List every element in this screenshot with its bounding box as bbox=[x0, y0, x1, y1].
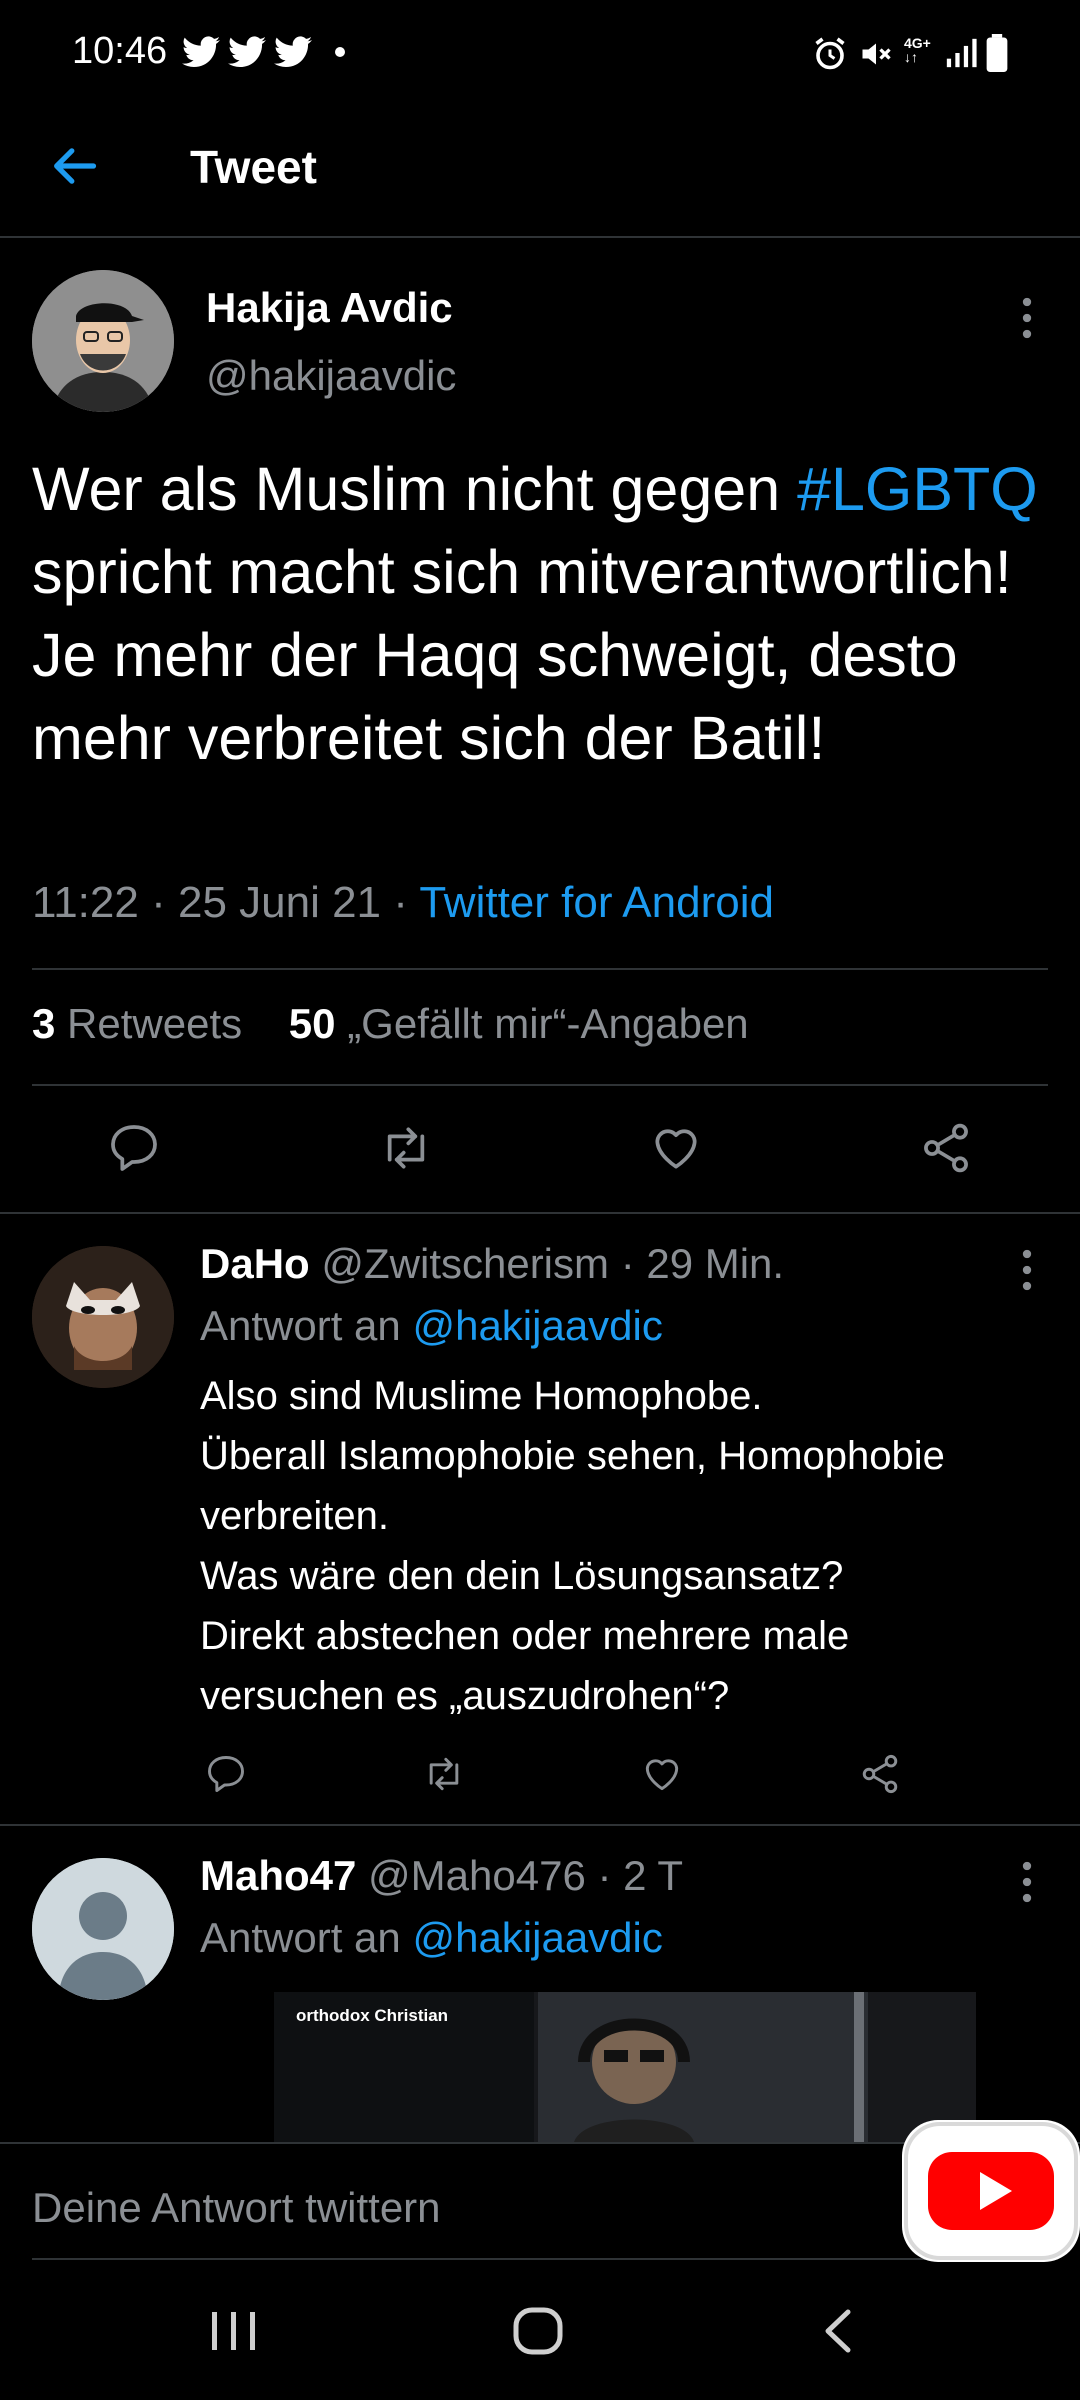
divider bbox=[32, 968, 1048, 970]
reply-time: · 2 T bbox=[597, 1852, 684, 1899]
author-handle[interactable]: @hakijaavdic bbox=[206, 352, 456, 400]
share-icon[interactable] bbox=[918, 1120, 974, 1176]
tweet-source-link[interactable]: Twitter for Android bbox=[419, 878, 774, 927]
status-time: 10:46 bbox=[72, 30, 168, 72]
reply-author-handle[interactable]: @Zwitscherism bbox=[321, 1240, 609, 1287]
dot-icon bbox=[335, 47, 345, 57]
reply-author-name[interactable]: DaHo bbox=[200, 1240, 310, 1287]
youtube-floating-button[interactable] bbox=[902, 2120, 1080, 2262]
divider bbox=[0, 1824, 1080, 1826]
twitter-bird-icon bbox=[228, 36, 266, 68]
reply-to-line: Antwort an @hakijaavdic bbox=[200, 1914, 663, 1961]
reply-to-handle-link[interactable]: @hakijaavdic bbox=[412, 1914, 662, 1961]
signal-icon bbox=[946, 38, 977, 68]
reply-text: Also sind Muslime Homophobe. Überall Isl… bbox=[200, 1374, 945, 1718]
youtube-icon bbox=[904, 2122, 1078, 2260]
status-bar: 10:46 4G+ ↓↑ bbox=[0, 0, 1080, 110]
home-icon[interactable] bbox=[510, 2306, 566, 2356]
retweet-icon[interactable] bbox=[422, 1752, 466, 1796]
reply-header: Maho47 @Maho476 · 2 T bbox=[200, 1852, 683, 1900]
like-icon[interactable] bbox=[640, 1752, 684, 1796]
reply-time: · 29 Min. bbox=[620, 1240, 785, 1287]
reply-icon[interactable] bbox=[204, 1752, 248, 1796]
twitter-bird-icon bbox=[274, 36, 312, 68]
recent-apps-icon[interactable] bbox=[206, 2306, 262, 2356]
reply-avatar-default[interactable] bbox=[32, 1858, 174, 2000]
twitter-bird-icon bbox=[182, 36, 220, 68]
reply-to-line: Antwort an @hakijaavdic bbox=[200, 1302, 663, 1349]
author-avatar[interactable] bbox=[32, 270, 174, 412]
divider bbox=[32, 2258, 1048, 2260]
tweet-stats: 3 Retweets 50 „Gefällt mir“-Angaben bbox=[32, 1000, 749, 1048]
battery-icon bbox=[986, 34, 1008, 72]
reply-to-handle-link[interactable]: @hakijaavdic bbox=[412, 1302, 662, 1349]
tweet-text: Wer als Muslim nicht gegen #LGBTQ sprich… bbox=[32, 455, 1038, 772]
reply-author-handle[interactable]: @Maho476 bbox=[368, 1852, 586, 1899]
reply-compose-input[interactable]: Deine Antwort twittern bbox=[32, 2184, 441, 2232]
retweets-stat[interactable]: 3 Retweets bbox=[32, 1000, 242, 1047]
reply-header: DaHo @Zwitscherism · 29 Min. bbox=[200, 1240, 784, 1288]
page-title: Tweet bbox=[190, 141, 317, 193]
back-arrow-icon[interactable] bbox=[48, 140, 100, 192]
author-name[interactable]: Hakija Avdic bbox=[206, 284, 453, 332]
likes-stat[interactable]: 50 „Gefällt mir“-Angaben bbox=[289, 1000, 749, 1047]
divider bbox=[0, 1212, 1080, 1214]
media-caption: orthodox Christian bbox=[296, 2006, 449, 2025]
more-options-icon[interactable] bbox=[1012, 1858, 1042, 1906]
divider bbox=[32, 1084, 1048, 1086]
system-navigation-bar bbox=[0, 2262, 1080, 2400]
top-bar: Tweet bbox=[0, 110, 1080, 238]
reply-author-name[interactable]: Maho47 bbox=[200, 1852, 356, 1899]
alarm-icon bbox=[815, 37, 845, 70]
more-options-icon[interactable] bbox=[1012, 294, 1042, 342]
mute-icon bbox=[862, 43, 891, 65]
hashtag-link[interactable]: #LGBTQ bbox=[797, 455, 1038, 523]
more-options-icon[interactable] bbox=[1012, 1246, 1042, 1294]
4g-icon: 4G+ ↓↑ bbox=[904, 35, 931, 65]
tweet-date: 25 Juni 21 bbox=[177, 878, 382, 927]
tweet-meta: 11:22 · 25 Juni 21 · Twitter for Android bbox=[32, 878, 774, 927]
share-icon[interactable] bbox=[858, 1752, 902, 1796]
back-nav-icon[interactable] bbox=[816, 2306, 862, 2356]
retweet-icon[interactable] bbox=[378, 1120, 434, 1176]
like-icon[interactable] bbox=[648, 1120, 704, 1176]
reply-media-video[interactable]: orthodox Christian bbox=[274, 1992, 976, 2142]
reply-icon[interactable] bbox=[106, 1120, 162, 1176]
reply-avatar[interactable] bbox=[32, 1246, 174, 1388]
tweet-time: 11:22 bbox=[32, 878, 139, 927]
